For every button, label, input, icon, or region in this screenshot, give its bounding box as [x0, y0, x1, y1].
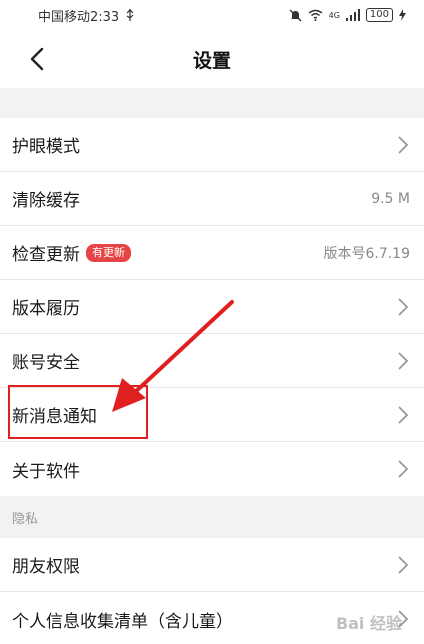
row-label: 护眼模式 [12, 137, 80, 157]
status-left: 中国移动2:33 [38, 6, 135, 25]
chevron-right-icon [398, 405, 409, 424]
section-title: 隐私 [12, 511, 39, 527]
row-label: 朋友权限 [12, 557, 80, 577]
status-right: 4G 100 [289, 8, 406, 22]
battery-indicator: 100 [365, 8, 393, 22]
setting-new-message-notification[interactable]: 新消息通知 [0, 388, 424, 442]
chevron-right-icon [398, 351, 409, 370]
chevron-right-icon [398, 297, 409, 316]
row-label: 关于软件 [12, 461, 80, 482]
chevron-right-icon [398, 135, 409, 154]
chevron-right-icon [398, 460, 409, 478]
setting-friend-permissions[interactable]: 朋友权限 [0, 538, 424, 592]
row-label: 新消息通知 [12, 407, 97, 427]
update-badge: 有更新 [86, 243, 131, 262]
privacy-section-header: 隐私 [0, 496, 424, 538]
usb-icon [126, 9, 134, 21]
wifi-icon [308, 9, 323, 21]
setting-account-security[interactable]: 账号安全 [0, 334, 424, 388]
back-button[interactable] [22, 44, 52, 74]
chevron-left-icon [30, 47, 44, 71]
section-gap [0, 88, 424, 118]
row-label: 版本履历 [12, 299, 80, 319]
setting-version-history[interactable]: 版本履历 [0, 280, 424, 334]
privacy-list: 朋友权限 个人信息收集清单（含儿童） [0, 538, 424, 644]
settings-list: 护眼模式 清除缓存 9.5 M 检查更新 有更新 版本号6.7.19 版本履历 … [0, 118, 424, 496]
charging-icon [399, 9, 406, 21]
setting-personal-info-list[interactable]: 个人信息收集清单（含儿童） [0, 592, 424, 644]
version-number: 版本号6.7.19 [323, 245, 410, 262]
carrier-time: 中国移动2:33 [38, 9, 120, 25]
cache-size: 9.5 M [371, 190, 410, 207]
setting-about-software[interactable]: 关于软件 [0, 442, 424, 496]
row-label: 清除缓存 [12, 191, 80, 211]
chevron-right-icon [398, 555, 409, 574]
setting-eye-protection[interactable]: 护眼模式 [0, 118, 424, 172]
chevron-right-icon [398, 610, 409, 628]
nav-bar: 设置 [0, 30, 424, 88]
setting-check-update[interactable]: 检查更新 有更新 版本号6.7.19 [0, 226, 424, 280]
network-type: 4G [328, 10, 340, 20]
page-title: 设置 [192, 49, 231, 72]
row-label: 账号安全 [12, 353, 80, 373]
status-bar: 中国移动2:33 4G 100 [0, 0, 424, 30]
setting-clear-cache[interactable]: 清除缓存 9.5 M [0, 172, 424, 226]
row-label: 个人信息收集清单（含儿童） [12, 611, 233, 632]
signal-icon [345, 9, 360, 21]
mute-bell-icon [289, 9, 302, 21]
row-label: 检查更新 [12, 245, 80, 265]
